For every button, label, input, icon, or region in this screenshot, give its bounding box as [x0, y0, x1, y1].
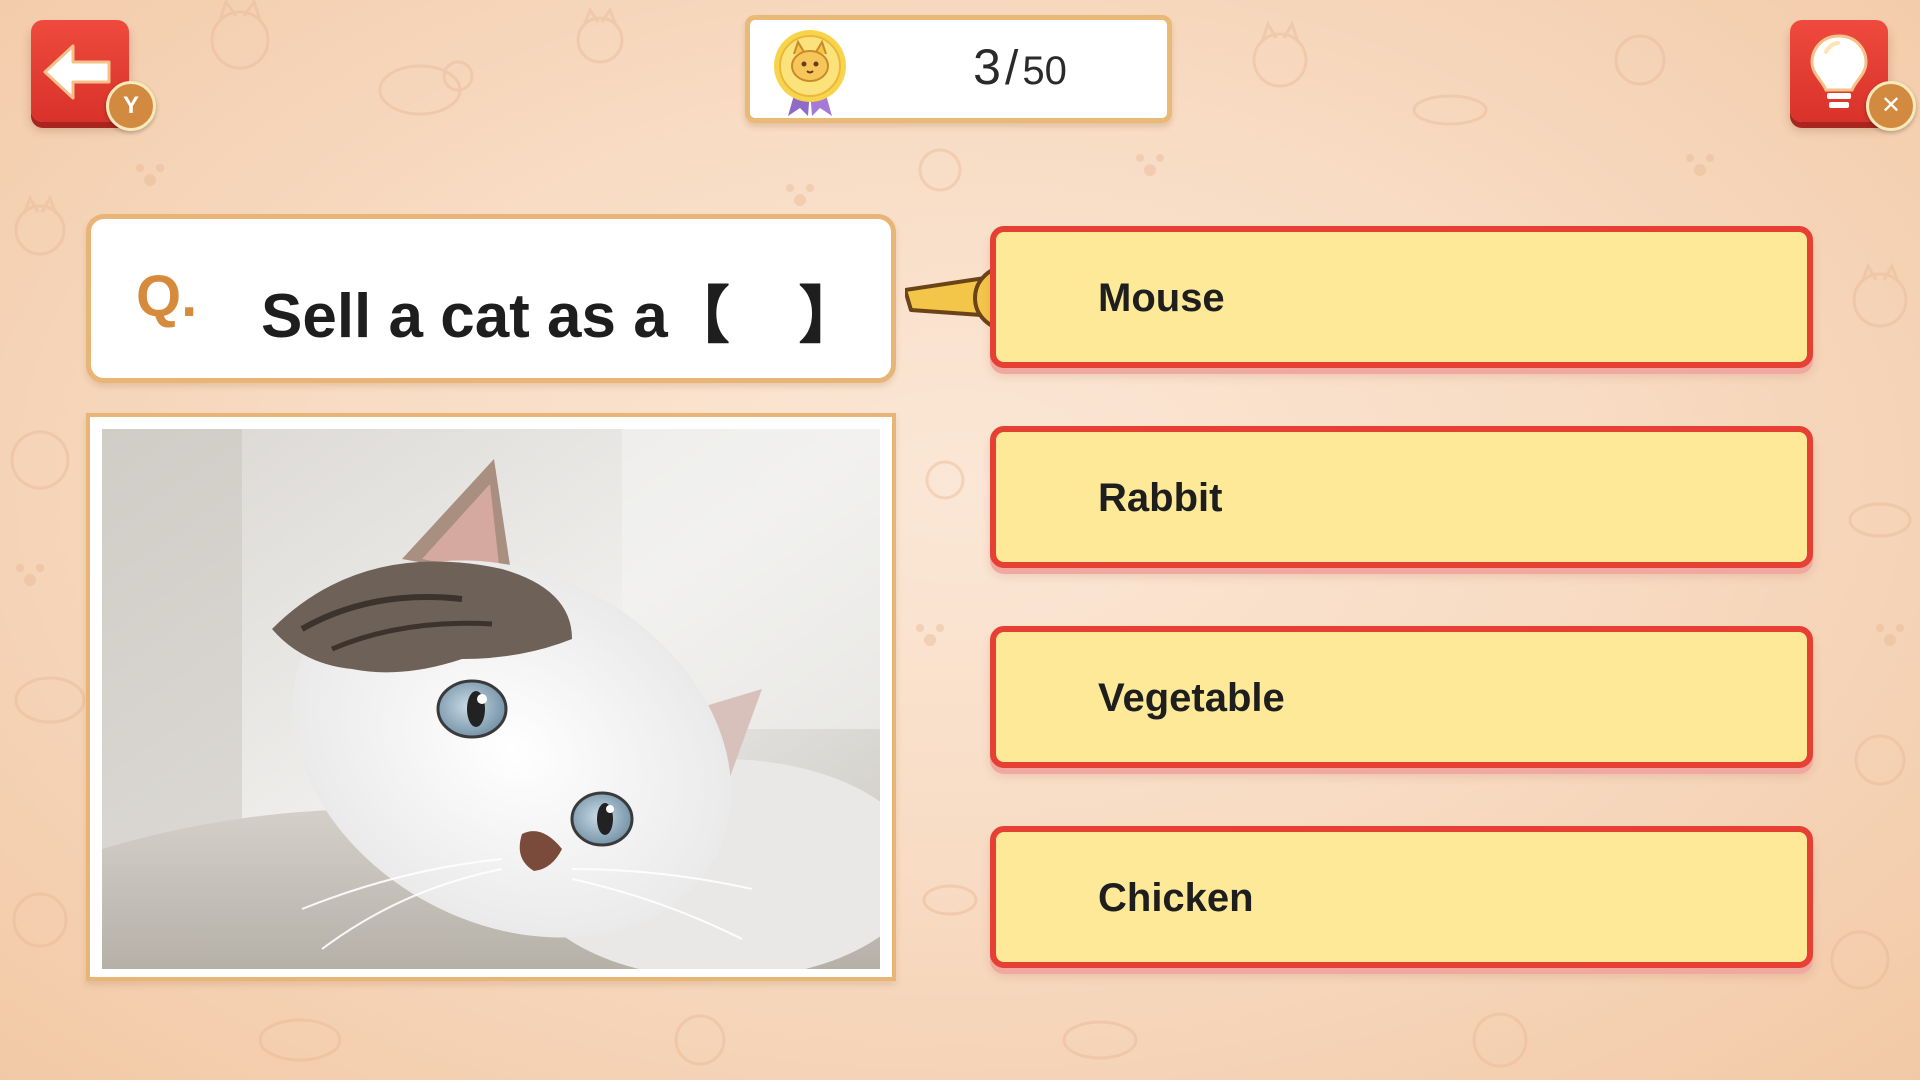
answer-option-chicken[interactable]: Chicken: [990, 826, 1813, 968]
score-separator: /: [1004, 42, 1019, 95]
answer-option-vegetable[interactable]: Vegetable: [990, 626, 1813, 768]
question-label: Q.: [136, 264, 198, 329]
back-button[interactable]: Y: [31, 20, 156, 131]
answer-label: Chicken: [1098, 876, 1254, 920]
answer-option-rabbit[interactable]: Rabbit: [990, 426, 1813, 568]
cat-medal-icon: [774, 30, 846, 116]
question-card: Q. Sell a cat as a【 】: [86, 214, 896, 383]
total-questions: 50: [1022, 49, 1067, 93]
answer-label: Vegetable: [1098, 676, 1285, 720]
answer-option-mouse[interactable]: Mouse: [990, 226, 1813, 368]
controller-x-badge: ✕: [1866, 81, 1916, 131]
question-text: Sell a cat as a【 】: [261, 282, 861, 351]
cat-photo: [102, 429, 880, 969]
current-question-number: 3: [973, 39, 1001, 95]
hint-button[interactable]: ✕: [1790, 20, 1916, 131]
controller-y-badge: Y: [106, 81, 156, 131]
answer-label: Mouse: [1098, 276, 1225, 320]
score-panel: 3/50: [745, 15, 1172, 123]
answer-label: Rabbit: [1098, 476, 1223, 520]
question-photo-frame: [86, 413, 896, 981]
progress-counter: 3/50: [900, 38, 1140, 96]
